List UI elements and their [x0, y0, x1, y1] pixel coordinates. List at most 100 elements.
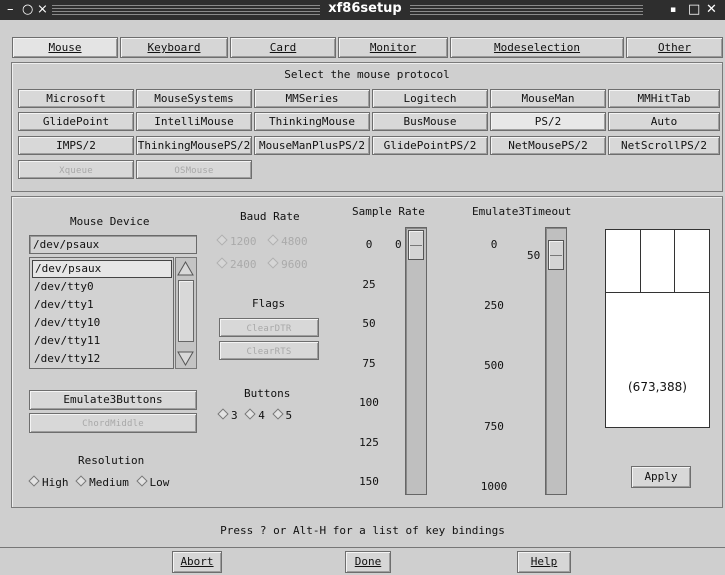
scroll-thumb[interactable]	[178, 280, 194, 342]
mouse-diagram[interactable]: (673,388)	[605, 229, 710, 428]
device-scrollbar[interactable]	[175, 257, 197, 369]
baud-1200-radio: 1200	[216, 234, 257, 248]
buttons-5-radio[interactable]: 5	[271, 408, 292, 422]
resolution-options: High Medium Low	[28, 475, 170, 489]
resolution-high-radio[interactable]: High	[28, 475, 69, 489]
list-item[interactable]: /dev/tty0	[32, 278, 94, 296]
abort-button[interactable]: Abort	[172, 551, 222, 573]
protocol-button-thinkingmouseps-2[interactable]: ThinkingMousePS/2	[136, 136, 252, 155]
protocol-button-label: IntelliMouse	[154, 115, 234, 128]
tab-mouse[interactable]: Mouse	[12, 37, 118, 58]
protocol-button-glidepointps-2[interactable]: GlidePointPS/2	[372, 136, 488, 155]
protocol-button-label: MMSeries	[285, 92, 339, 105]
protocol-button-microsoft[interactable]: Microsoft	[18, 89, 134, 108]
tab-card-label: Card	[269, 41, 297, 54]
tab-modeselection[interactable]: Modeselection	[450, 37, 624, 58]
protocol-button-mousemanplusps-2[interactable]: MouseManPlusPS/2	[254, 136, 370, 155]
protocol-button-intellimouse[interactable]: IntelliMouse	[136, 112, 252, 131]
sample-rate-value: 0	[395, 238, 402, 251]
resolution-medium-radio[interactable]: Medium	[75, 475, 129, 489]
tab-keyboard[interactable]: Keyboard	[120, 37, 228, 58]
protocol-button-label: Xqueue	[59, 166, 93, 176]
protocol-button-label: IMPS/2	[56, 139, 96, 152]
tab-monitor[interactable]: Monitor	[338, 37, 448, 58]
protocol-button-mmhittab[interactable]: MMHitTab	[608, 89, 720, 108]
protocol-button-label: Auto	[650, 115, 678, 128]
buttons-3-radio[interactable]: 3	[217, 408, 238, 422]
protocol-button-label: GlidePointPS/2	[383, 139, 477, 152]
protocol-button-xqueue: Xqueue	[18, 160, 134, 179]
done-button[interactable]: Done	[345, 551, 391, 573]
baud-2400-label: 2400	[230, 258, 257, 271]
sample-rate-tick: 0	[365, 238, 373, 251]
apply-button[interactable]: Apply	[631, 466, 691, 488]
status-text: Press ? or Alt-H for a list of key bindi…	[220, 524, 505, 537]
baud-9600-label: 9600	[281, 258, 308, 271]
protocol-button-label: NetScrollPS/2	[620, 139, 708, 152]
protocol-button-netmouseps-2[interactable]: NetMousePS/2	[490, 136, 606, 155]
baud-4800-radio: 4800	[267, 234, 308, 248]
protocol-button-ps-2[interactable]: PS/2	[490, 112, 606, 131]
emulate3-timeout-scale[interactable]	[545, 227, 567, 495]
baud-rate-label: Baud Rate	[240, 210, 300, 223]
protocol-button-label: Logitech	[403, 92, 457, 105]
help-button[interactable]: Help	[517, 551, 571, 573]
protocol-button-mmseries[interactable]: MMSeries	[254, 89, 370, 108]
resolution-low-radio[interactable]: Low	[135, 475, 170, 489]
sample-rate-tick: 25	[362, 277, 376, 291]
title-bar[interactable]: – ○ ⨯ xf86setup ▪ □ ✕	[0, 0, 725, 20]
clear-rts-label: ClearRTS	[246, 347, 292, 357]
list-item[interactable]: /dev/tty11	[32, 332, 100, 350]
window-menu-icon[interactable]: –	[7, 1, 14, 19]
maximize-icon[interactable]: □	[688, 1, 700, 19]
sample-rate-slider[interactable]	[408, 230, 424, 260]
scroll-down-icon[interactable]	[177, 350, 194, 367]
sample-rate-tick: 50	[362, 317, 376, 330]
mouse-device-label: Mouse Device	[70, 215, 150, 228]
resolution-medium-label: Medium	[89, 476, 129, 489]
protocol-button-logitech[interactable]: Logitech	[372, 89, 488, 108]
protocol-button-auto[interactable]: Auto	[608, 112, 720, 131]
list-item[interactable]: /dev/tty10	[32, 314, 100, 332]
emulate3-timeout-tick: 750	[484, 419, 504, 433]
window-shade-icon[interactable]: ⨯	[37, 1, 48, 19]
scroll-up-icon[interactable]	[177, 260, 194, 277]
protocol-button-mouseman[interactable]: MouseMan	[490, 89, 606, 108]
protocol-button-label: GlidePoint	[42, 115, 110, 128]
emulate3buttons-button[interactable]: Emulate3Buttons	[29, 390, 197, 410]
mouse-device-input[interactable]: /dev/psaux	[29, 235, 197, 254]
list-item[interactable]: /dev/tty12	[32, 350, 100, 368]
mouse-coords: (673,388)	[628, 380, 687, 394]
buttons-4-radio[interactable]: 4	[244, 408, 265, 422]
resolution-low-label: Low	[149, 476, 170, 489]
close-icon[interactable]: ✕	[706, 1, 717, 19]
tab-other[interactable]: Other	[626, 37, 723, 58]
tab-card[interactable]: Card	[230, 37, 336, 58]
protocol-button-osmouse: OSMouse	[136, 160, 252, 179]
emulate3-timeout-tick: 250	[484, 298, 504, 312]
list-item[interactable]: /dev/psaux	[32, 260, 172, 278]
protocol-button-thinkingmouse[interactable]: ThinkingMouse	[254, 112, 370, 131]
buttons-3-label: 3	[231, 409, 238, 422]
iconify-icon[interactable]: ▪	[670, 1, 676, 19]
tab-other-label: Other	[657, 41, 692, 54]
protocol-button-label: MouseSystems	[154, 92, 234, 105]
emulate3-timeout-slider[interactable]	[548, 240, 564, 270]
help-label: Help	[530, 555, 558, 568]
sample-rate-scale[interactable]	[405, 227, 427, 495]
emulate3-timeout-label: Emulate3Timeout	[472, 205, 572, 218]
protocol-button-label: ThinkingMousePS/2	[137, 139, 251, 152]
protocol-button-mousesystems[interactable]: MouseSystems	[136, 89, 252, 108]
title-stripes-right	[410, 5, 643, 15]
window-circle-icon[interactable]: ○	[22, 1, 33, 19]
clear-dtr-button: ClearDTR	[219, 318, 319, 337]
baud-9600-radio: 9600	[267, 257, 308, 271]
list-item[interactable]: /dev/tty1	[32, 296, 94, 314]
protocol-button-imps-2[interactable]: IMPS/2	[18, 136, 134, 155]
protocol-button-label: MouseMan	[521, 92, 575, 105]
protocol-button-glidepoint[interactable]: GlidePoint	[18, 112, 134, 131]
protocol-button-busmouse[interactable]: BusMouse	[372, 112, 488, 131]
protocol-button-netscrollps-2[interactable]: NetScrollPS/2	[608, 136, 720, 155]
device-listbox[interactable]: /dev/psaux /dev/tty0 /dev/tty1 /dev/tty1…	[29, 257, 174, 369]
done-label: Done	[354, 555, 382, 568]
